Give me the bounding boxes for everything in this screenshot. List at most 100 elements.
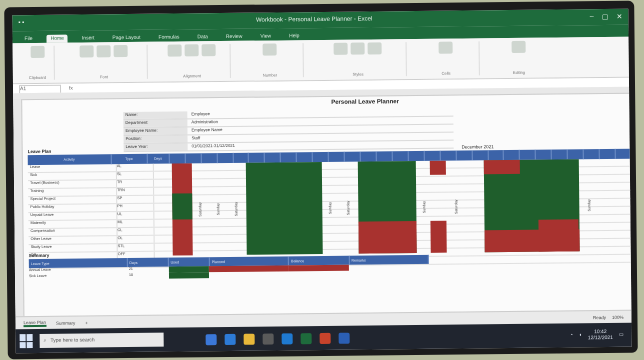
leave-grid: Activity Type Days Leave AL Sick SL Travel (… — [27, 148, 632, 270]
align-center-icon[interactable] — [184, 44, 199, 57]
number-format-icon[interactable] — [262, 43, 277, 56]
day-column-header[interactable] — [344, 151, 361, 162]
day-column-header[interactable] — [440, 150, 457, 161]
tab-page-layout[interactable]: Page Layout — [108, 34, 144, 42]
mail-icon[interactable] — [281, 332, 293, 344]
fx-icon[interactable]: fx — [69, 86, 73, 92]
conditional-formatting-icon[interactable] — [333, 42, 348, 55]
tab-formulas[interactable]: Formulas — [154, 33, 183, 41]
file-explorer-icon[interactable] — [243, 333, 255, 345]
leave-plan-block[interactable] — [483, 159, 520, 175]
find-select-icon[interactable] — [511, 40, 526, 53]
day-column-header[interactable] — [567, 149, 584, 160]
day-column-header[interactable] — [201, 153, 218, 164]
day-column-header[interactable] — [583, 149, 600, 160]
day-column-header[interactable] — [233, 152, 250, 163]
maximize-button[interactable]: ▢ — [602, 13, 609, 21]
powerpoint-icon[interactable] — [319, 332, 331, 344]
cell-styles-icon[interactable] — [367, 42, 382, 55]
day-column-header[interactable] — [312, 151, 329, 163]
leave-plan-block[interactable] — [429, 160, 446, 175]
day-column-header[interactable] — [408, 150, 425, 162]
row-headers[interactable] — [13, 99, 25, 318]
day-column-header[interactable] — [265, 152, 282, 163]
weekend-column-label: Sunday — [328, 201, 333, 215]
worksheet[interactable]: Personal Leave Planner Name: Employee Dep… — [13, 86, 632, 318]
day-column-header[interactable] — [536, 149, 553, 160]
day-column-header[interactable] — [185, 153, 202, 164]
notification-icon[interactable]: ▭ — [619, 332, 624, 338]
day-column-header[interactable] — [360, 151, 377, 162]
windows-start-icon[interactable] — [19, 334, 34, 349]
weekend-column-label: Saturday — [346, 200, 351, 215]
day-column-header[interactable] — [520, 149, 537, 160]
day-column-header[interactable] — [169, 153, 186, 164]
day-column-header[interactable] — [297, 152, 314, 163]
summary-table: Leave Type Days Used Planned Balance Rem… — [28, 254, 429, 280]
system-tray: ◔ ◖ 10:42 12/12/2021 ▭ — [570, 329, 628, 342]
bold-icon[interactable] — [79, 45, 94, 58]
tab-file[interactable]: File — [20, 35, 36, 43]
volume-icon[interactable]: ◖ — [579, 332, 582, 338]
day-column-header[interactable] — [328, 151, 345, 162]
sheet-tab-leave-plan[interactable]: Leave Plan — [23, 319, 47, 327]
grid-header-days: Days — [147, 153, 170, 164]
tab-help[interactable]: Help — [285, 32, 303, 40]
leave-plan-block[interactable] — [358, 221, 417, 254]
autosave-icon[interactable]: ▪ ▪ — [18, 20, 38, 26]
leave-plan-block[interactable] — [172, 193, 193, 220]
sheet-tab-summary[interactable]: Summary — [56, 320, 75, 325]
insert-cells-icon[interactable] — [438, 41, 453, 54]
window-title: Workbook - Personal Leave Planner - Exce… — [255, 16, 373, 24]
format-as-table-icon[interactable] — [350, 42, 365, 55]
align-left-icon[interactable] — [167, 44, 182, 57]
store-icon[interactable] — [262, 333, 274, 345]
day-column-header[interactable] — [599, 148, 616, 160]
taskbar: ⌕ Type here to search ◔ ◖ 10:42 12/12/20… — [15, 322, 632, 354]
tab-data[interactable]: Data — [193, 33, 212, 41]
day-column-header[interactable] — [376, 151, 393, 162]
leave-plan-block[interactable] — [430, 220, 447, 253]
ribbon-group-alignment: Alignment — [153, 43, 232, 79]
day-column-header[interactable] — [488, 150, 505, 161]
close-button[interactable]: ✕ — [616, 13, 622, 21]
tab-home[interactable]: Home — [46, 34, 68, 43]
minimize-button[interactable]: – — [590, 13, 594, 21]
weekend-column-label: Sunday — [587, 199, 592, 212]
wrap-text-icon[interactable] — [201, 44, 216, 57]
day-column-header[interactable] — [472, 150, 489, 161]
day-column-header[interactable] — [249, 152, 266, 163]
clock-date[interactable]: 12/12/2021 — [588, 335, 613, 341]
tab-insert[interactable]: Insert — [78, 34, 99, 42]
sheet-title: Personal Leave Planner — [331, 99, 399, 106]
taskbar-search[interactable]: ⌕ Type here to search — [39, 332, 164, 348]
zoom-level[interactable]: 100% — [612, 314, 624, 319]
grid-body: Leave AL Sick SL Travel (Business) TR Training… — [27, 158, 632, 270]
ribbon: Clipboard Font Alignment Number Styles C… — [12, 36, 629, 85]
paste-icon[interactable] — [30, 45, 45, 59]
leave-plan-block[interactable] — [245, 161, 323, 255]
tab-view[interactable]: View — [256, 32, 275, 40]
day-column-header[interactable] — [504, 149, 521, 161]
day-column-header[interactable] — [456, 150, 473, 161]
add-sheet-button[interactable]: + — [85, 320, 88, 325]
day-column-header[interactable] — [551, 149, 569, 160]
word-icon[interactable] — [338, 332, 350, 344]
edge-icon[interactable] — [224, 333, 236, 345]
day-column-header[interactable] — [392, 151, 409, 162]
excel-icon[interactable] — [300, 332, 312, 344]
underline-icon[interactable] — [113, 45, 128, 58]
ribbon-group-clipboard: Clipboard — [20, 45, 56, 81]
day-column-header[interactable] — [281, 152, 298, 163]
leave-plan-block[interactable] — [484, 229, 580, 253]
weekend-column-label: Sunday — [216, 202, 221, 216]
day-column-header[interactable] — [615, 148, 632, 159]
network-icon[interactable]: ◔ — [570, 332, 573, 338]
task-view-icon[interactable] — [205, 333, 217, 345]
day-column-header[interactable] — [217, 152, 234, 164]
tab-review[interactable]: Review — [222, 33, 246, 41]
day-column-header[interactable] — [424, 150, 441, 161]
italic-icon[interactable] — [96, 45, 111, 58]
ribbon-group-cells: Cells — [412, 41, 481, 77]
weekend-column-label: Sunday — [422, 200, 427, 214]
